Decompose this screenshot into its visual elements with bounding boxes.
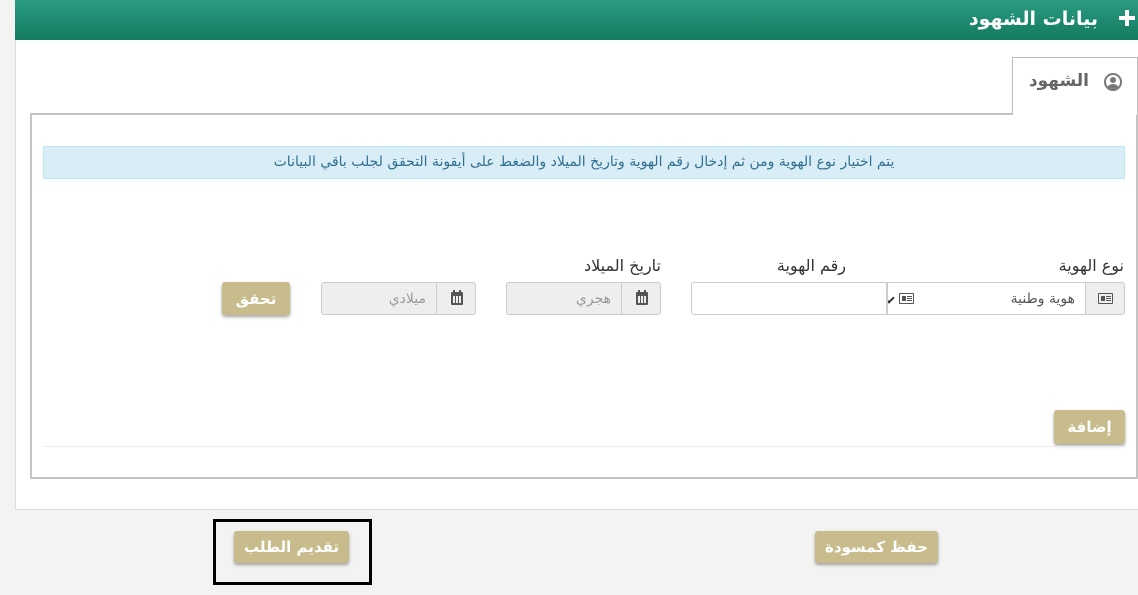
id-card-icon (899, 293, 914, 304)
id-card-addon (886, 282, 914, 315)
hijri-calendar-addon[interactable] (621, 282, 661, 315)
id-number-input[interactable] (691, 282, 886, 315)
hijri-date-group: هجري (506, 282, 661, 315)
gregorian-date-input[interactable]: ميلادي (321, 282, 436, 315)
id-card-icon (1098, 293, 1113, 304)
id-card-addon (1085, 282, 1125, 315)
id-number-label: رقم الهوية (776, 256, 846, 275)
id-type-select[interactable]: هوية وطنية (877, 282, 1125, 315)
divider (43, 446, 1125, 447)
verify-button[interactable]: تحقق (222, 282, 290, 315)
id-type-value: هوية وطنية (1010, 290, 1075, 307)
id-type-label: نوع الهوية (1058, 256, 1124, 275)
submit-highlight-box (213, 519, 372, 585)
birth-date-label: تاريخ الميلاد (584, 256, 661, 275)
calendar-icon (451, 290, 463, 305)
plus-icon[interactable] (1119, 10, 1135, 26)
calendar-icon (636, 290, 648, 305)
section-title: بيانات الشهود (968, 8, 1098, 30)
gregorian-calendar-addon[interactable] (436, 282, 476, 315)
id-number-group (691, 282, 914, 315)
info-alert: يتم اختيار نوع الهوية ومن ثم إدخال رقم ا… (43, 146, 1125, 179)
save-draft-button[interactable]: حفظ كمسودة (815, 531, 938, 563)
section-header: بيانات الشهود (15, 0, 1138, 40)
add-button[interactable]: إضافة (1054, 410, 1125, 444)
hijri-date-input[interactable]: هجري (506, 282, 621, 315)
tab-witnesses[interactable]: الشهود (1012, 57, 1138, 115)
user-circle-icon (1104, 73, 1122, 91)
tab-label: الشهود (1028, 71, 1089, 91)
gregorian-date-group: ميلادي (321, 282, 476, 315)
